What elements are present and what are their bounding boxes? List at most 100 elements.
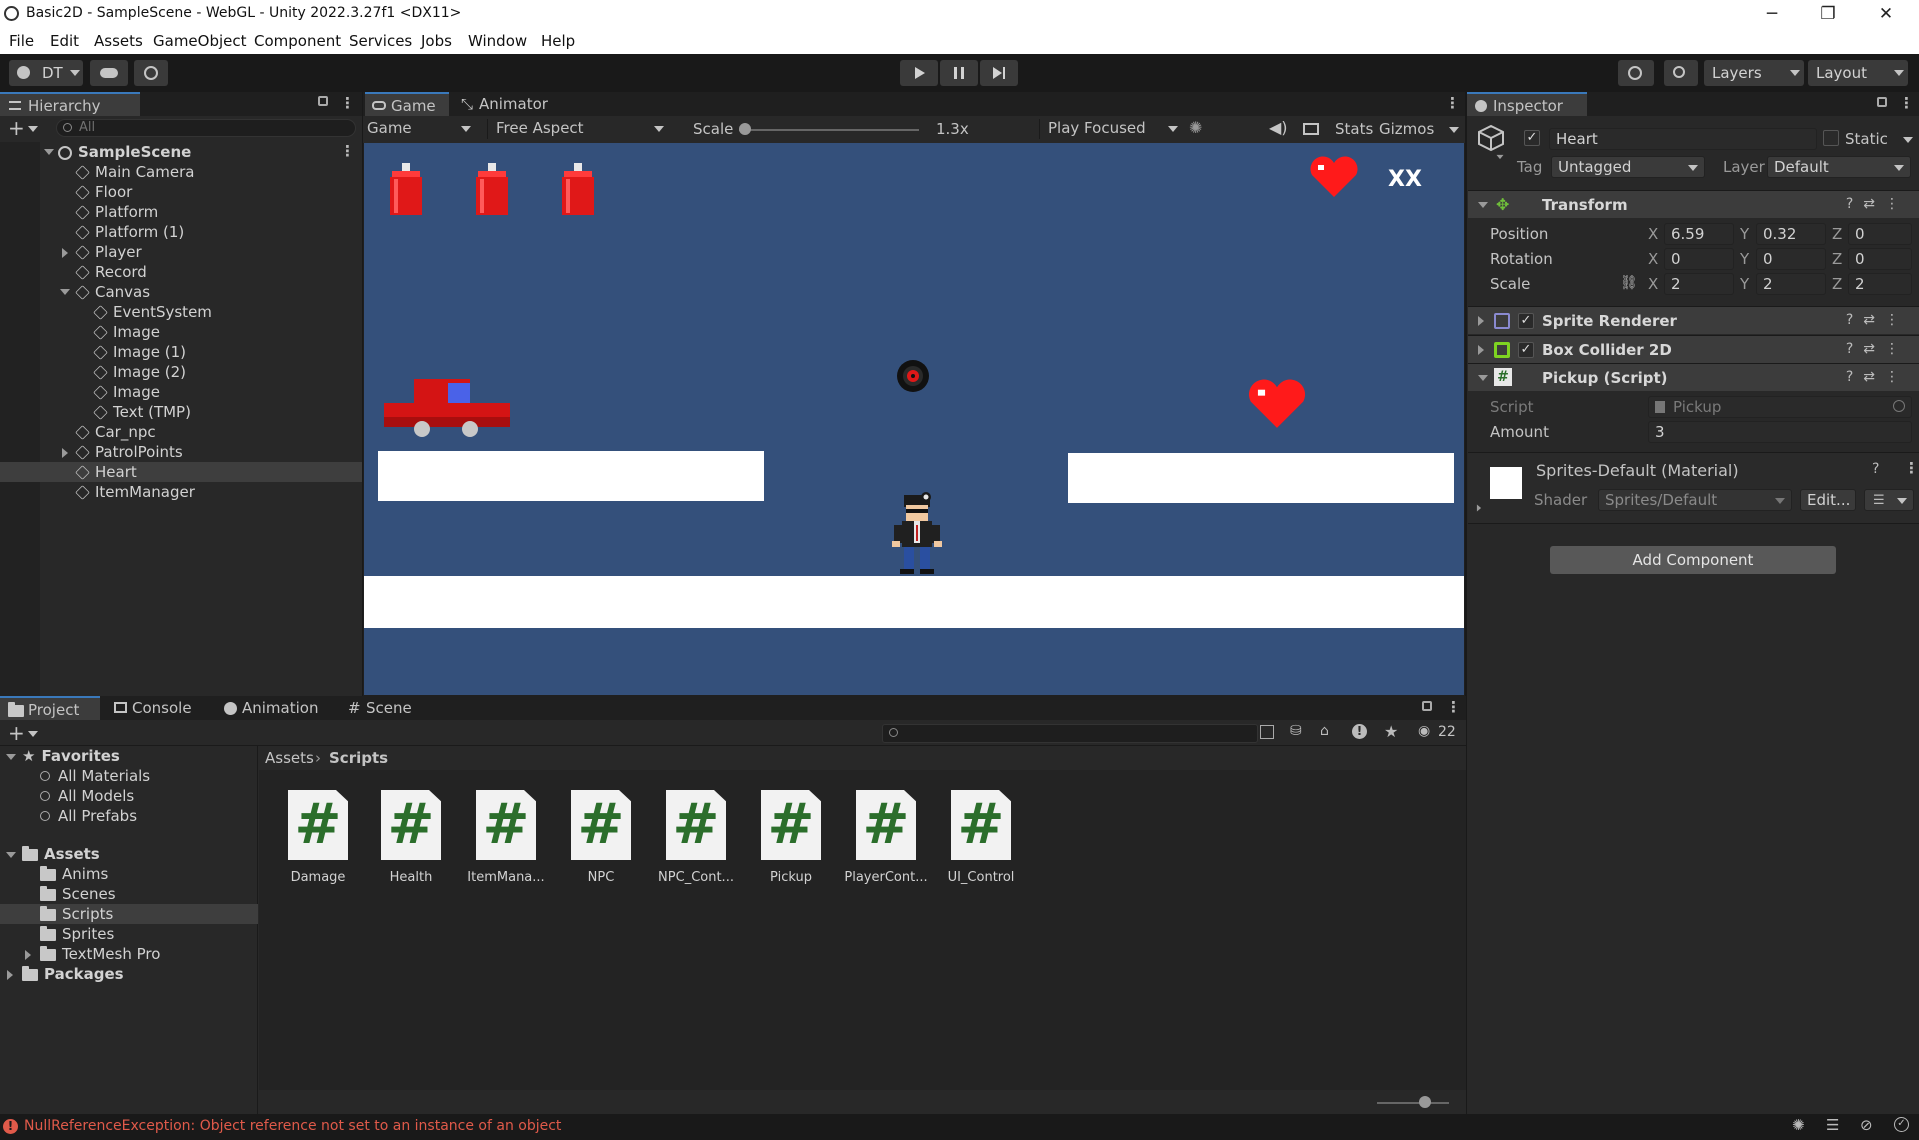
search-filter-icon[interactable] — [1260, 725, 1274, 739]
keyboard-icon[interactable] — [1303, 123, 1319, 135]
favorite-all-prefabs[interactable]: All Prefabs — [40, 806, 137, 826]
packages-header[interactable]: Packages — [22, 964, 124, 984]
chevron-right-icon[interactable] — [1478, 345, 1484, 355]
bug-icon[interactable]: ✺ — [1189, 118, 1202, 137]
hierarchy-item-platform[interactable]: Platform — [75, 202, 158, 222]
component-header-icons[interactable]: ?⇄⋮ — [1846, 196, 1909, 212]
folder-textmesh-pro[interactable]: TextMesh Pro — [40, 944, 160, 964]
cloud-button[interactable] — [90, 60, 128, 86]
star-icon[interactable]: ★ — [1384, 722, 1398, 741]
hierarchy-item-image-3[interactable]: Image — [93, 382, 160, 402]
chevron-down-icon[interactable] — [28, 731, 38, 737]
pickup-script-header[interactable]: # Pickup (Script) ?⇄⋮ — [1468, 363, 1919, 391]
asset-health[interactable]: # Health — [363, 790, 459, 885]
box-collider-enabled-checkbox[interactable]: ✓ — [1518, 342, 1534, 358]
chevron-down-icon[interactable] — [1449, 127, 1459, 133]
more-options-icon[interactable]: ⋮ — [1904, 459, 1919, 477]
active-checkbox[interactable]: ✓ — [1524, 130, 1540, 146]
chevron-down-icon[interactable] — [1903, 137, 1913, 143]
shader-dropdown[interactable]: Sprites/Default — [1598, 489, 1792, 511]
asset-npc[interactable]: # NPC — [553, 790, 649, 885]
more-options-icon[interactable]: ⋮ — [1445, 94, 1460, 112]
rotation-y-field[interactable]: 0 — [1756, 248, 1826, 270]
stats-button[interactable]: Stats — [1335, 120, 1373, 138]
position-y-field[interactable]: 0.32 — [1756, 223, 1826, 245]
tab-game[interactable]: Game — [365, 92, 449, 116]
favorite-all-models[interactable]: All Models — [40, 786, 134, 806]
aspect-dropdown[interactable]: Free Aspect — [487, 119, 667, 139]
hierarchy-item-floor[interactable]: Floor — [75, 182, 132, 202]
scale-z-field[interactable]: 2 — [1848, 273, 1912, 295]
object-name-field[interactable]: Heart — [1549, 128, 1817, 150]
audio-icon[interactable]: ◀) — [1269, 118, 1288, 137]
tab-project[interactable]: Project — [0, 696, 100, 720]
folder-scenes[interactable]: Scenes — [40, 884, 116, 904]
tag-dropdown[interactable]: Untagged — [1551, 156, 1705, 178]
chevron-right-icon[interactable] — [62, 248, 68, 258]
add-component-button[interactable]: Add Component — [1550, 546, 1836, 574]
add-icon[interactable]: + — [8, 116, 25, 140]
favorites-header[interactable]: ★ Favorites — [22, 746, 120, 766]
chevron-down-icon[interactable] — [28, 126, 38, 132]
menu-file[interactable]: File — [9, 32, 34, 50]
scale-x-field[interactable]: 2 — [1664, 273, 1734, 295]
favorite-all-materials[interactable]: All Materials — [40, 766, 150, 786]
hierarchy-item-player[interactable]: Player — [75, 242, 142, 262]
box-collider-header[interactable]: ✓ Box Collider 2D ?⇄⋮ — [1468, 335, 1919, 363]
more-options-icon[interactable]: ⋮ — [1446, 698, 1461, 716]
scene-root[interactable]: SampleScene — [44, 142, 191, 162]
static-checkbox[interactable] — [1823, 130, 1839, 146]
hierarchy-item-itemmanager[interactable]: ItemManager — [75, 482, 195, 502]
chevron-down-icon[interactable] — [6, 852, 16, 858]
lock-icon[interactable] — [318, 96, 328, 106]
tab-console[interactable]: Console — [108, 696, 204, 720]
tag-icon[interactable]: ⌂ — [1320, 723, 1329, 739]
layers-stack-icon[interactable]: ☰ — [1826, 1116, 1839, 1134]
hierarchy-item-car-npc[interactable]: Car_npc — [75, 422, 156, 442]
chevron-down-icon[interactable] — [44, 149, 54, 155]
game-viewport[interactable]: XX — [364, 143, 1464, 695]
icon-size-slider[interactable] — [1377, 1102, 1449, 1104]
asset-playercontroller[interactable]: # PlayerCont... — [838, 790, 934, 885]
history-button[interactable] — [1618, 60, 1654, 86]
collab-button[interactable] — [134, 60, 168, 86]
display-dropdown[interactable]: Game — [367, 119, 475, 139]
close-button[interactable]: ✕ — [1866, 2, 1906, 26]
chevron-down-icon[interactable] — [1496, 154, 1504, 160]
component-header-icons[interactable]: ?⇄⋮ — [1846, 369, 1909, 385]
lock-icon[interactable] — [1422, 701, 1432, 711]
menu-jobs[interactable]: Jobs — [421, 32, 452, 50]
scene-options-icon[interactable]: ⋮ — [340, 142, 355, 160]
hierarchy-item-image-2[interactable]: Image (2) — [93, 362, 186, 382]
chevron-right-icon[interactable] — [7, 970, 13, 980]
chevron-down-icon[interactable] — [60, 289, 70, 295]
menu-edit[interactable]: Edit — [50, 32, 79, 50]
chevron-right-icon[interactable] — [62, 448, 68, 458]
amount-field[interactable]: 3 — [1648, 421, 1912, 443]
pause-button[interactable] — [940, 60, 978, 86]
chevron-right-icon[interactable] — [25, 950, 31, 960]
chevron-right-icon[interactable] — [1476, 504, 1482, 512]
breadcrumb-assets[interactable]: Assets — [265, 749, 314, 767]
shader-options-dropdown[interactable]: ☰ — [1864, 489, 1914, 511]
tab-hierarchy[interactable]: Hierarchy — [0, 92, 140, 116]
chevron-down-icon[interactable] — [6, 754, 16, 760]
component-header-icons[interactable]: ?⇄⋮ — [1846, 312, 1909, 328]
hierarchy-item-patrolpoints[interactable]: PatrolPoints — [75, 442, 183, 462]
menu-services[interactable]: Services — [349, 32, 412, 50]
folder-anims[interactable]: Anims — [40, 864, 108, 884]
add-icon[interactable]: + — [8, 721, 25, 745]
status-error-message[interactable]: NullReferenceException: Object reference… — [24, 1118, 561, 1134]
hierarchy-item-main-camera[interactable]: Main Camera — [75, 162, 194, 182]
tab-animator[interactable]: ⤡ Animator — [455, 92, 565, 116]
menu-assets[interactable]: Assets — [94, 32, 143, 50]
asset-pickup[interactable]: # Pickup — [743, 790, 839, 885]
asset-ui-control[interactable]: # UI_Control — [933, 790, 1029, 885]
more-options-icon[interactable]: ⋮ — [1899, 94, 1914, 112]
rotation-z-field[interactable]: 0 — [1848, 248, 1912, 270]
chevron-down-icon[interactable] — [1478, 202, 1488, 208]
tab-scene[interactable]: # Scene — [346, 696, 426, 720]
hierarchy-item-image[interactable]: Image — [93, 322, 160, 342]
hierarchy-item-record[interactable]: Record — [75, 262, 147, 282]
asset-itemmanager[interactable]: # ItemMana... — [458, 790, 554, 885]
